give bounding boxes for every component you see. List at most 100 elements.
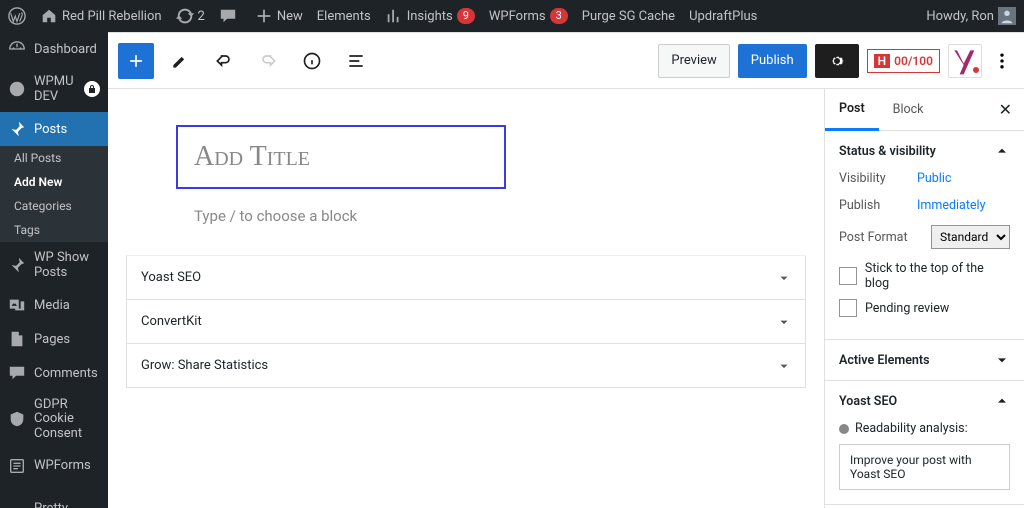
post-format-label: Post Format [839,230,931,245]
menu-pretty-links[interactable]: Pretty Links [0,493,108,508]
more-options[interactable] [990,51,1014,71]
details-button[interactable] [294,43,330,79]
submenu-categories[interactable]: Categories [0,194,108,218]
plus-icon [255,7,273,25]
menu-wpmudev[interactable]: WPMU DEV [0,66,108,112]
wordpress-icon [8,7,26,25]
editor-canvas[interactable]: Type / to choose a block Yoast SEO Conve… [108,89,824,508]
caret-down-icon [777,315,791,329]
insights-bar[interactable]: Insights 9 [385,7,475,25]
settings-sidebar: Post Block ✕ Status & visibility Visibil… [824,89,1024,508]
tab-block[interactable]: Block [879,90,938,129]
avatar-icon [998,7,1016,25]
visibility-value[interactable]: Public [917,171,951,186]
plus-icon [126,51,146,71]
visibility-label: Visibility [839,171,917,186]
metabox-convertkit[interactable]: ConvertKit [126,300,806,344]
submenu-add-new[interactable]: Add New [0,170,108,194]
new-content[interactable]: New [255,7,303,25]
howdy[interactable]: Howdy, Ron [926,7,1016,25]
refresh-icon [176,7,194,25]
tab-post[interactable]: Post [825,89,879,131]
menu-wpforms[interactable]: WPForms [0,449,108,483]
dashboard-icon [8,40,26,58]
panel-yoast-toggle[interactable]: Yoast SEO [825,381,1024,421]
comment-icon [8,364,26,382]
yoast-improve-button[interactable]: Improve your post with Yoast SEO [839,444,1010,490]
headline-score-icon: H [874,54,891,68]
lock-icon [84,81,100,97]
menu-dashboard[interactable]: Dashboard [0,32,108,66]
pending-checkbox[interactable] [839,299,857,317]
site-name[interactable]: Red Pill Rebellion [40,7,162,25]
bar-chart-icon [385,7,403,25]
site-name-label: Red Pill Rebellion [62,9,162,24]
post-format-select[interactable]: Standard [931,225,1010,249]
panel-active-elements-toggle[interactable]: Active Elements [825,340,1024,380]
block-editor: Preview Publish H 00/100 [108,32,1024,508]
menu-media[interactable]: Media [0,288,108,322]
menu-posts[interactable]: Posts [0,112,108,146]
redo-button[interactable] [250,43,286,79]
publish-button[interactable]: Publish [738,44,807,78]
menu-posts-submenu: All Posts Add New Categories Tags [0,146,108,242]
insights-count: 9 [457,8,475,24]
comment-icon [219,7,237,25]
admin-menu: Dashboard WPMU DEV Posts All Posts Add N… [0,32,108,508]
metaboxes: Yoast SEO ConvertKit Grow: Share Statist… [126,255,806,388]
elements-bar[interactable]: Elements [317,9,371,24]
sticky-checkbox[interactable] [839,267,857,285]
caret-down-icon [777,359,791,373]
wpmudev-icon [8,80,26,98]
wpforms-bar[interactable]: WPForms 3 [489,8,568,24]
redo-icon [258,51,278,71]
publish-value[interactable]: Immediately [917,198,986,213]
block-appender[interactable]: Type / to choose a block [176,207,756,225]
publish-label: Publish [839,198,917,213]
media-icon [8,296,26,314]
close-sidebar[interactable]: ✕ [987,100,1024,119]
caret-down-icon [777,271,791,285]
undo-icon [214,51,234,71]
updraftplus-bar[interactable]: UpdraftPlus [689,9,757,24]
menu-comments[interactable]: Comments [0,356,108,390]
menu-pages[interactable]: Pages [0,322,108,356]
wordpress-logo[interactable] [8,7,26,25]
submenu-all-posts[interactable]: All Posts [0,146,108,170]
purge-cache-bar[interactable]: Purge SG Cache [582,9,675,24]
metabox-grow[interactable]: Grow: Share Statistics [126,344,806,388]
gear-icon [828,52,846,70]
shield-icon [8,410,26,428]
yoast-toggle[interactable] [948,44,982,78]
updates[interactable]: 2 [176,7,205,25]
pending-label: Pending review [865,301,949,316]
menu-gdpr[interactable]: GDPR Cookie Consent [0,390,108,449]
chevron-up-icon [994,393,1010,409]
settings-toggle[interactable] [815,44,859,78]
sidebar-tabs: Post Block ✕ [825,89,1024,131]
form-icon [8,457,26,475]
panel-active-elements: Active Elements [825,340,1024,381]
post-title-input[interactable] [176,125,506,189]
undo-button[interactable] [206,43,242,79]
panel-status-toggle[interactable]: Status & visibility [825,131,1024,171]
outline-button[interactable] [338,43,374,79]
headline-score[interactable]: H 00/100 [867,49,940,73]
panel-status-visibility: Status & visibility Visibility Public Pu… [825,131,1024,340]
chevron-up-icon [994,143,1010,159]
page-icon [8,330,26,348]
editor-header: Preview Publish H 00/100 [108,33,1024,89]
wpforms-count: 3 [550,8,568,24]
updates-count: 2 [198,9,205,24]
pin-icon [8,256,26,274]
block-inserter-toggle[interactable] [118,43,154,79]
comments-bar[interactable] [219,7,241,25]
pencil-icon [170,51,190,71]
kebab-icon [992,51,1012,71]
menu-wp-show-posts[interactable]: WP Show Posts [0,242,108,288]
preview-button[interactable]: Preview [658,44,729,78]
tools-select[interactable] [162,43,198,79]
metabox-yoast[interactable]: Yoast SEO [126,256,806,300]
submenu-tags[interactable]: Tags [0,218,108,242]
readability-dot-icon [839,424,849,434]
